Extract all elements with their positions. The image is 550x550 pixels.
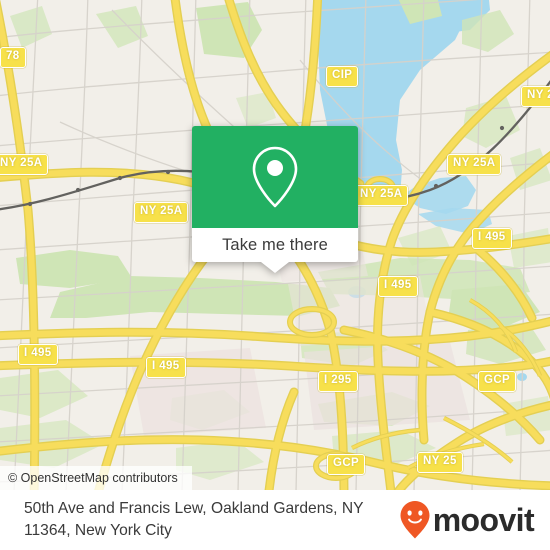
osm-attribution: © OpenStreetMap contributors (0, 466, 192, 490)
address-block: 50th Ave and Francis Lew, Oakland Garden… (0, 498, 399, 542)
route-shield: GCP (327, 454, 366, 475)
moovit-logo[interactable]: moovit (399, 500, 550, 540)
route-shield: I 495 (146, 357, 186, 378)
route-shield: NY 25A (134, 202, 189, 223)
route-shield: NY 25A (354, 185, 409, 206)
route-shield: NY 25A (0, 154, 49, 175)
footer-bar: 50th Ave and Francis Lew, Oakland Garden… (0, 490, 550, 550)
map-pin-icon (252, 146, 298, 208)
card-pin-area (192, 126, 358, 228)
moovit-wordmark: moovit (432, 502, 535, 538)
address-line-2: 11364, New York City (24, 522, 172, 539)
route-shield: GCP (478, 371, 517, 392)
moovit-smiley-pin-icon (400, 501, 430, 539)
take-me-there-label: Take me there (222, 235, 328, 254)
route-shield: I 495 (378, 276, 418, 297)
take-me-there-button[interactable]: Take me there (192, 228, 358, 262)
route-shield: CIP (326, 66, 359, 87)
route-shield: NY 25A (447, 154, 502, 175)
address-line-1: 50th Ave and Francis Lew, Oakland Garden… (24, 499, 364, 517)
map-result-screen: 78 CIP NY 2 NY 25A NY 25A NY 25A NY 25A I 495 I … (0, 0, 550, 550)
popup-tail (261, 262, 289, 273)
route-shield: I 295 (318, 371, 358, 392)
destination-popup-card[interactable]: Take me there (192, 126, 358, 273)
route-shield: I 495 (18, 344, 58, 365)
route-shield: NY 25 (417, 452, 463, 473)
route-shield: NY 2 (521, 86, 550, 107)
route-shield: 78 (0, 47, 26, 68)
route-shield: I 495 (472, 228, 512, 249)
